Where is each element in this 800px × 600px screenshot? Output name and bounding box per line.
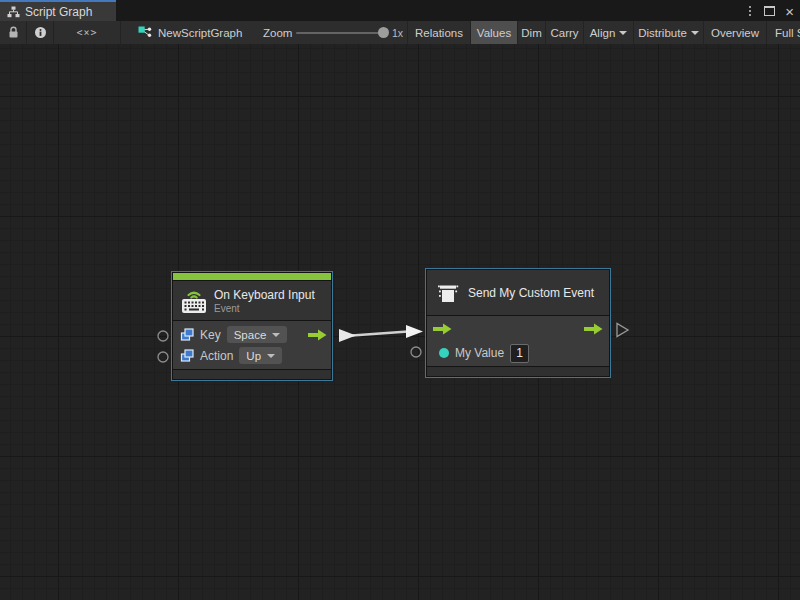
graph-hierarchy-icon [7,6,20,18]
maximize-icon[interactable] [764,6,775,16]
node-title: On Keyboard Input [214,288,315,302]
menu-icon[interactable] [746,5,754,17]
angle-brackets-icon: <×> [76,27,97,38]
node-header[interactable]: On Keyboard Input Event [173,281,331,320]
node-header[interactable]: Send My Custom Event [427,270,609,315]
zoom-slider-track[interactable] [296,32,388,34]
flow-input-arrow-icon[interactable] [433,323,452,335]
zoom-label: Zoom [263,21,292,44]
node-footer [427,367,609,376]
align-button[interactable]: Align [583,21,633,44]
graph-name-label: NewScriptGraph [158,27,242,39]
chevron-down-icon [267,354,275,358]
connection-wire[interactable] [352,332,408,336]
port-row-action: Action Up [173,345,331,366]
port-label-key: Key [200,328,221,342]
graph-asset-icon [138,26,152,39]
carry-button[interactable]: Carry [545,21,583,44]
chevron-down-icon [619,31,627,35]
port-label-myvalue: My Value [455,346,504,360]
value-port-dot[interactable] [439,348,449,358]
values-button[interactable]: Values [470,21,517,44]
node-send-my-custom-event[interactable]: Send My Custom Event My Value 1 [425,268,611,378]
overview-button[interactable]: Overview [703,21,766,44]
custom-event-icon [436,281,460,305]
port-row-key: Key Space [173,324,331,345]
info-button[interactable] [27,21,53,44]
tab-title: Script Graph [25,5,92,19]
port-row-myvalue: My Value 1 [427,341,609,365]
flow-row [427,317,609,341]
code-view-button[interactable]: <×> [54,21,120,44]
chevron-down-icon [691,31,699,35]
value-type-icon [180,349,194,362]
action-dropdown[interactable]: Up [239,347,282,364]
close-icon[interactable]: × [785,5,794,18]
key-dropdown[interactable]: Space [227,326,288,343]
toolbar-buttons: Relations Values Dim Carry Align Distrib… [407,21,800,44]
port-circle-myvalue[interactable] [411,347,421,357]
flow-output-arrow-icon[interactable] [584,323,603,335]
tab-script-graph[interactable]: Script Graph [0,0,116,21]
node-footer [173,370,331,379]
zoom-value: 1x [392,21,403,44]
tab-focus-accent [0,0,116,2]
lock-button[interactable] [0,21,26,44]
keyboard-icon [180,288,208,314]
graph-name[interactable]: NewScriptGraph [138,21,242,44]
window-controls: × [746,4,794,18]
myvalue-input[interactable]: 1 [510,344,529,363]
port-circle-action[interactable] [158,352,168,362]
info-icon [34,26,47,39]
node-on-keyboard-input[interactable]: On Keyboard Input Event Key Space Action… [171,271,333,381]
value-type-icon [180,328,194,341]
zoom-slider-handle[interactable] [378,27,389,38]
lock-icon [8,26,19,39]
toolbar: <×> NewScriptGraph Zoom 1x Relations Val… [0,21,800,44]
relations-button[interactable]: Relations [407,21,470,44]
event-accent-strip [173,273,331,280]
fullscreen-button[interactable]: Full S [766,21,800,44]
node-output-triangle[interactable] [617,324,628,337]
dim-button[interactable]: Dim [517,21,545,44]
connection-start-cap[interactable] [339,329,356,342]
node-title: Send My Custom Event [468,286,594,300]
distribute-button[interactable]: Distribute [633,21,703,44]
port-label-action: Action [200,349,233,363]
connections-overlay [0,44,800,600]
tab-bar: Script Graph × [0,0,800,21]
node-body: My Value 1 [427,316,609,366]
node-body: Key Space Action Up [173,321,331,369]
node-subtitle: Event [214,303,315,314]
chevron-down-icon [272,333,280,337]
port-circle-key[interactable] [158,331,168,341]
connection-arrowhead[interactable] [406,325,423,338]
flow-output-arrow-icon[interactable] [308,329,327,341]
